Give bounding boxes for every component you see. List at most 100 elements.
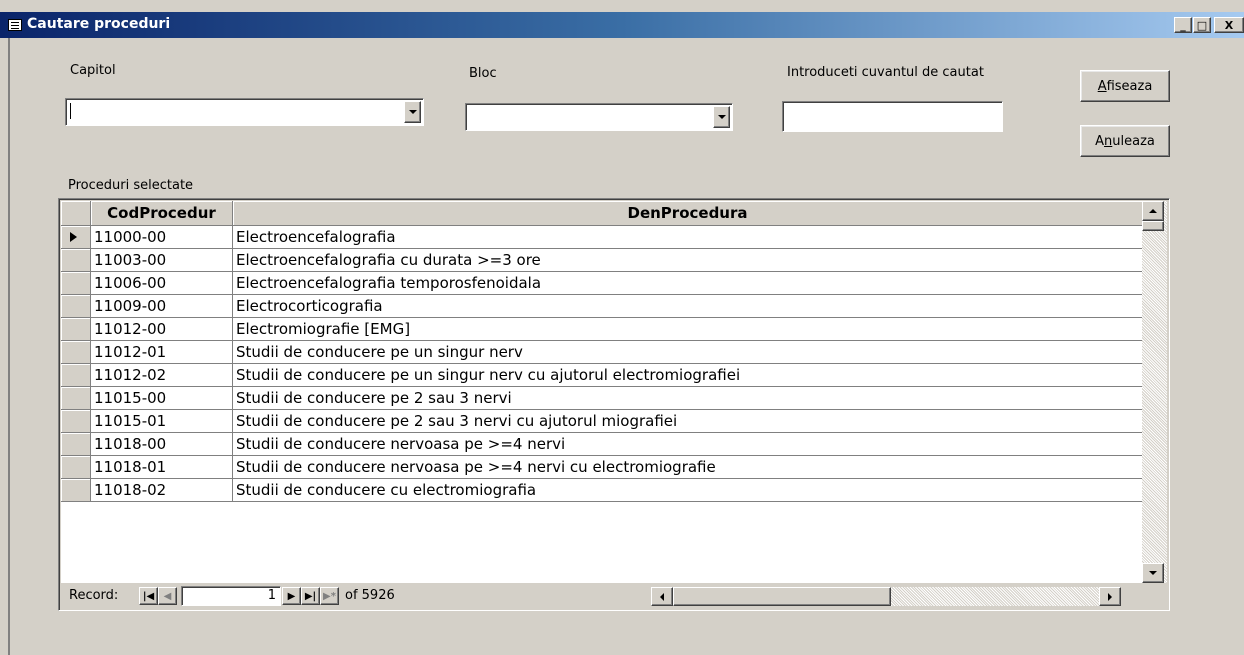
anuleaza-button[interactable]: An uleaza (1080, 125, 1170, 157)
record-navigator: Record: |◀ ◀ 1 ▶ ▶| ▶* of 5926 (61, 584, 1142, 608)
table-row[interactable]: 11009-00 Electrocorticografia (61, 295, 1142, 318)
table-row[interactable]: 11003-00 Electroencefalografia cu durata … (61, 249, 1142, 272)
afiseaza-button[interactable]: Afiseaza (1080, 70, 1170, 102)
cell-codprocedur[interactable]: 11006-00 (91, 272, 233, 295)
minimize-button[interactable]: _ (1174, 17, 1192, 33)
afiseaza-mnemonic: A (1097, 78, 1107, 94)
table-row[interactable]: 11012-00 Electromiografie [EMG] (61, 318, 1142, 341)
window-title: Cautare proceduri (27, 16, 171, 32)
datasheet-body: CodProcedur DenProcedura 11000-00 Electro… (61, 201, 1142, 583)
previous-record-icon[interactable]: ◀ (158, 587, 177, 605)
afiseaza-label: fiseaza (1106, 78, 1153, 94)
column-header-codprocedur[interactable]: CodProcedur (91, 201, 233, 226)
record-selector[interactable] (61, 387, 91, 410)
close-button[interactable]: X (1214, 17, 1244, 33)
arrow-up-icon (1149, 209, 1157, 213)
vertical-scrollbar[interactable] (1142, 201, 1167, 583)
cell-denprocedura[interactable]: Studii de conducere pe 2 sau 3 nervi (233, 387, 1142, 410)
cell-denprocedura[interactable]: Electroencefalografia temporosfenoidala (233, 272, 1142, 295)
capitol-combo[interactable] (65, 98, 424, 126)
cell-denprocedura[interactable]: Electromiografie [EMG] (233, 318, 1142, 341)
cell-denprocedura[interactable]: Electrocorticografia (233, 295, 1142, 318)
arrow-down-icon (1149, 571, 1157, 575)
cell-codprocedur[interactable]: 11015-01 (91, 410, 233, 433)
search-input[interactable] (782, 101, 1003, 132)
horizontal-scroll-thumb[interactable] (673, 587, 891, 606)
table-row[interactable]: 11006-00 Electroencefalografia temporosfe… (61, 272, 1142, 295)
record-selector[interactable] (61, 249, 91, 272)
cell-codprocedur[interactable]: 11000-00 (91, 226, 233, 249)
cell-codprocedur[interactable]: 11012-00 (91, 318, 233, 341)
cell-codprocedur[interactable]: 11018-01 (91, 456, 233, 479)
first-record-icon[interactable]: |◀ (139, 587, 158, 605)
record-selector[interactable] (61, 226, 91, 249)
arrow-left-icon (660, 592, 664, 601)
last-record-icon[interactable]: ▶| (301, 587, 320, 605)
scroll-right-button[interactable] (1099, 587, 1121, 606)
datasheet-rows: 11000-00 Electroencefalografia 11003-00 Ele… (61, 226, 1142, 583)
current-record-value: 1 (267, 588, 276, 603)
table-row[interactable]: 11015-01 Studii de conducere pe 2 sau 3 n… (61, 410, 1142, 433)
record-selector[interactable] (61, 341, 91, 364)
record-number-input[interactable]: 1 (181, 586, 281, 606)
cell-codprocedur[interactable]: 11012-01 (91, 341, 233, 364)
datasheet-header: CodProcedur DenProcedura (61, 201, 1142, 226)
maximize-button[interactable]: □ (1193, 17, 1211, 33)
select-all-cell[interactable] (61, 201, 91, 226)
cell-denprocedura[interactable]: Studii de conducere pe 2 sau 3 nervi cu … (233, 410, 1142, 433)
scroll-left-button[interactable] (651, 587, 673, 606)
new-record-icon[interactable]: ▶* (320, 587, 339, 605)
arrow-right-icon (1108, 592, 1112, 601)
record-selector[interactable] (61, 272, 91, 295)
cell-codprocedur[interactable]: 11018-00 (91, 433, 233, 456)
scroll-up-button[interactable] (1142, 201, 1164, 221)
cell-denprocedura[interactable]: Studii de conducere nervoasa pe >=4 nerv… (233, 433, 1142, 456)
record-count: of 5926 (345, 588, 395, 603)
cell-codprocedur[interactable]: 11012-02 (91, 364, 233, 387)
cell-denprocedura[interactable]: Electroencefalografia (233, 226, 1142, 249)
capitol-label: Capitol (70, 63, 116, 78)
procedures-datasheet[interactable]: CodProcedur DenProcedura 11000-00 Electro… (58, 198, 1170, 611)
cell-denprocedura[interactable]: Studii de conducere cu electromiografia (233, 479, 1142, 502)
anuleaza-label: uleaza (1112, 133, 1155, 149)
record-selector[interactable] (61, 318, 91, 341)
anuleaza-label-first: A (1095, 133, 1105, 149)
bloc-combo[interactable] (465, 103, 733, 131)
table-row[interactable]: 11015-00 Studii de conducere pe 2 sau 3 n… (61, 387, 1142, 410)
anuleaza-mnemonic: n (1104, 133, 1113, 149)
table-row[interactable]: 11012-01 Studii de conducere pe un singur… (61, 341, 1142, 364)
scroll-thumb[interactable] (1142, 221, 1164, 231)
results-label: Proceduri selectate (68, 178, 194, 193)
chevron-down-icon (717, 115, 726, 119)
cell-denprocedura[interactable]: Studii de conducere pe un singur nerv cu… (233, 364, 1142, 387)
record-selector[interactable] (61, 410, 91, 433)
bloc-label: Bloc (469, 66, 497, 81)
record-label: Record: (69, 588, 119, 603)
cell-denprocedura[interactable]: Electroencefalografia cu durata >=3 ore (233, 249, 1142, 272)
cell-codprocedur[interactable]: 11009-00 (91, 295, 233, 318)
horizontal-scrollbar[interactable] (651, 587, 1121, 606)
cell-denprocedura[interactable]: Studii de conducere pe un singur nerv (233, 341, 1142, 364)
record-selector[interactable] (61, 433, 91, 456)
scroll-down-button[interactable] (1142, 563, 1164, 583)
bloc-dropdown-button[interactable] (713, 106, 730, 128)
cell-denprocedura[interactable]: Studii de conducere nervoasa pe >=4 nerv… (233, 456, 1142, 479)
record-selector[interactable] (61, 479, 91, 502)
cell-codprocedur[interactable]: 11003-00 (91, 249, 233, 272)
chevron-down-icon (408, 110, 417, 114)
table-row[interactable]: 11018-01 Studii de conducere nervoasa pe … (61, 456, 1142, 479)
record-selector[interactable] (61, 295, 91, 318)
table-row[interactable]: 11012-02 Studii de conducere pe un singur… (61, 364, 1142, 387)
column-header-denprocedura[interactable]: DenProcedura (233, 201, 1142, 226)
cell-codprocedur[interactable]: 11018-02 (91, 479, 233, 502)
next-record-icon[interactable]: ▶ (282, 587, 301, 605)
record-selector[interactable] (61, 364, 91, 387)
text-caret (70, 103, 71, 119)
record-selector[interactable] (61, 456, 91, 479)
capitol-dropdown-button[interactable] (404, 101, 421, 123)
cell-codprocedur[interactable]: 11015-00 (91, 387, 233, 410)
search-label: Introduceti cuvantul de cautat (787, 65, 984, 80)
table-row[interactable]: 11018-00 Studii de conducere nervoasa pe … (61, 433, 1142, 456)
table-row[interactable]: 11018-02 Studii de conducere cu electromi… (61, 479, 1142, 502)
table-row[interactable]: 11000-00 Electroencefalografia (61, 226, 1142, 249)
